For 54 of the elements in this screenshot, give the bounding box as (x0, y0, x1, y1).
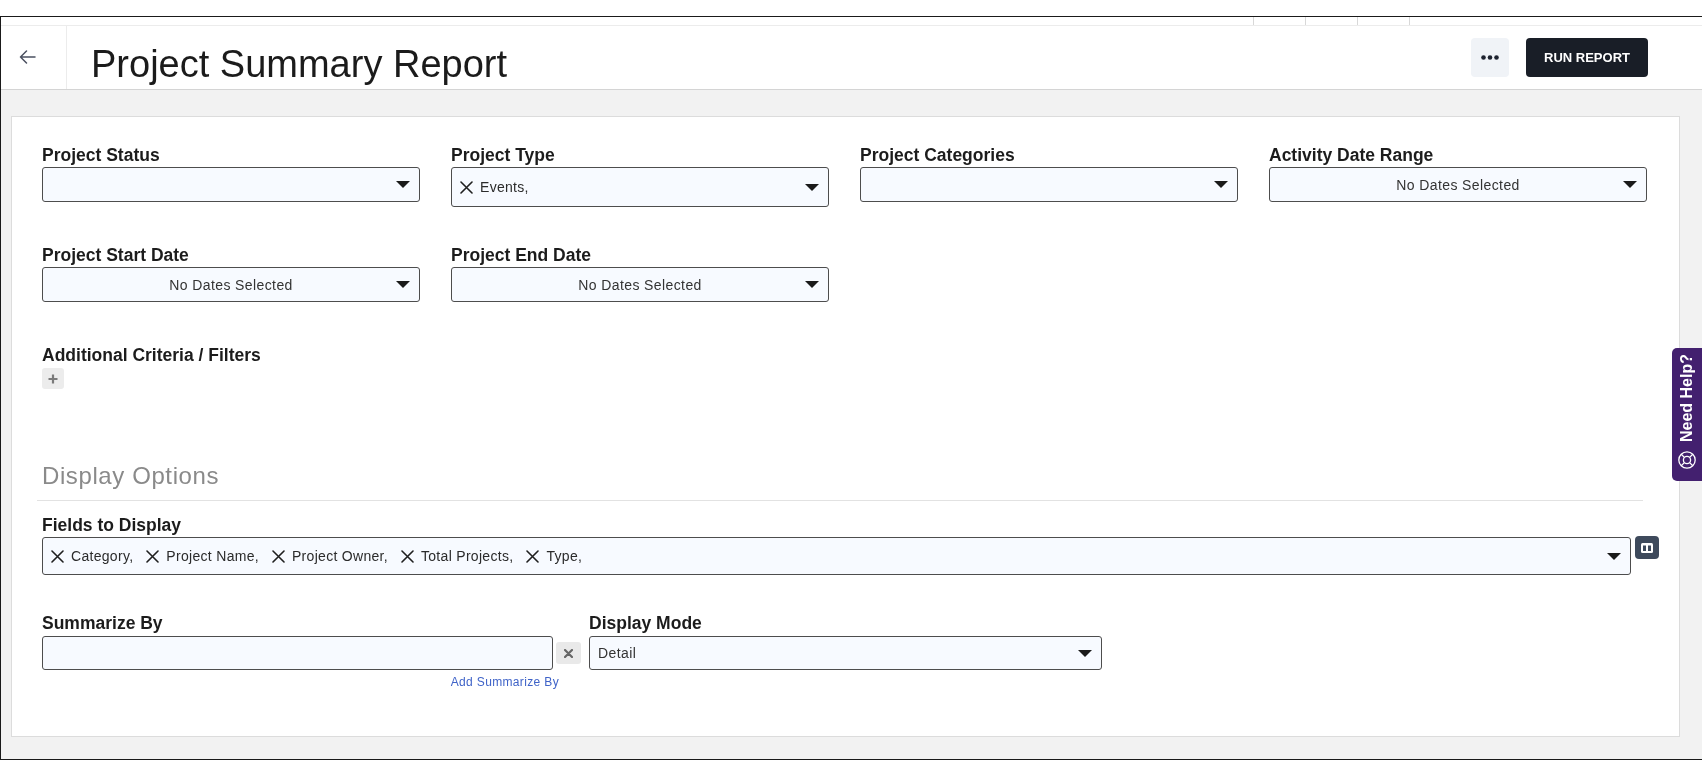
tag-label: Type, (546, 548, 583, 564)
add-summarize-link[interactable]: Add Summarize By (450, 675, 559, 689)
arrow-left-icon (19, 49, 36, 64)
field-label: Project Start Date (42, 245, 189, 265)
close-icon[interactable] (401, 549, 414, 563)
field-label: Display Mode (589, 613, 702, 633)
fields-multiselect[interactable]: Category, Project Name, Project Owner, Total Projects, Type, (42, 537, 1631, 575)
caret-icon (805, 183, 819, 191)
close-icon[interactable] (146, 549, 160, 563)
tag-label: Total Projects, (421, 548, 514, 564)
field-label: Summarize By (42, 613, 163, 633)
columns-icon (1641, 542, 1653, 553)
caret-icon (1607, 552, 1621, 560)
date-range-dropdown[interactable]: No Dates Selected (42, 267, 420, 302)
tag-label: Events, (480, 179, 529, 195)
ellipsis-icon (1481, 55, 1499, 60)
field-label: Project Categories (860, 145, 1015, 165)
close-icon[interactable] (526, 549, 540, 563)
add-criteria-button[interactable] (42, 368, 64, 389)
plus-icon (48, 373, 58, 384)
input-field[interactable] (42, 636, 553, 670)
dropdown[interactable]: Detail (589, 636, 1102, 670)
tag-label: Project Name, (166, 548, 259, 564)
field-label: Project End Date (451, 245, 592, 265)
dropdown[interactable] (860, 167, 1238, 202)
help-tab[interactable]: Need Help? (1672, 348, 1702, 481)
caret-icon (1623, 181, 1637, 188)
more-button[interactable] (1471, 38, 1509, 77)
dropdown[interactable] (42, 167, 420, 202)
field-label: Activity Date Range (1269, 145, 1434, 165)
field-label: Fields to Display (42, 515, 182, 535)
close-icon[interactable] (51, 549, 64, 563)
close-icon (564, 648, 573, 658)
date-range-dropdown[interactable]: No Dates Selected (451, 267, 829, 302)
field-label: Project Status (42, 145, 160, 165)
caret-icon (1078, 649, 1092, 657)
dropdown[interactable]: Events, (451, 167, 829, 207)
columns-button[interactable] (1635, 536, 1659, 559)
date-range-dropdown[interactable]: No Dates Selected (1269, 167, 1647, 202)
caret-icon (396, 281, 410, 288)
tag-label: Project Owner, (291, 548, 388, 564)
tag-label: Category, (71, 548, 134, 564)
lifebuoy-icon (1678, 451, 1696, 469)
caret-icon (1214, 181, 1228, 188)
clear-button[interactable] (556, 642, 581, 664)
close-icon[interactable] (460, 180, 473, 194)
run-report-button[interactable]: RUN REPORT (1526, 38, 1648, 77)
caret-icon (396, 181, 410, 188)
caret-icon (805, 281, 819, 288)
field-label: Project Type (451, 145, 555, 165)
section-title: Display Options (42, 462, 220, 490)
page-title: Project Summary Report (91, 42, 507, 86)
close-icon[interactable] (271, 549, 285, 563)
field-label: Additional Criteria / Filters (42, 345, 261, 365)
